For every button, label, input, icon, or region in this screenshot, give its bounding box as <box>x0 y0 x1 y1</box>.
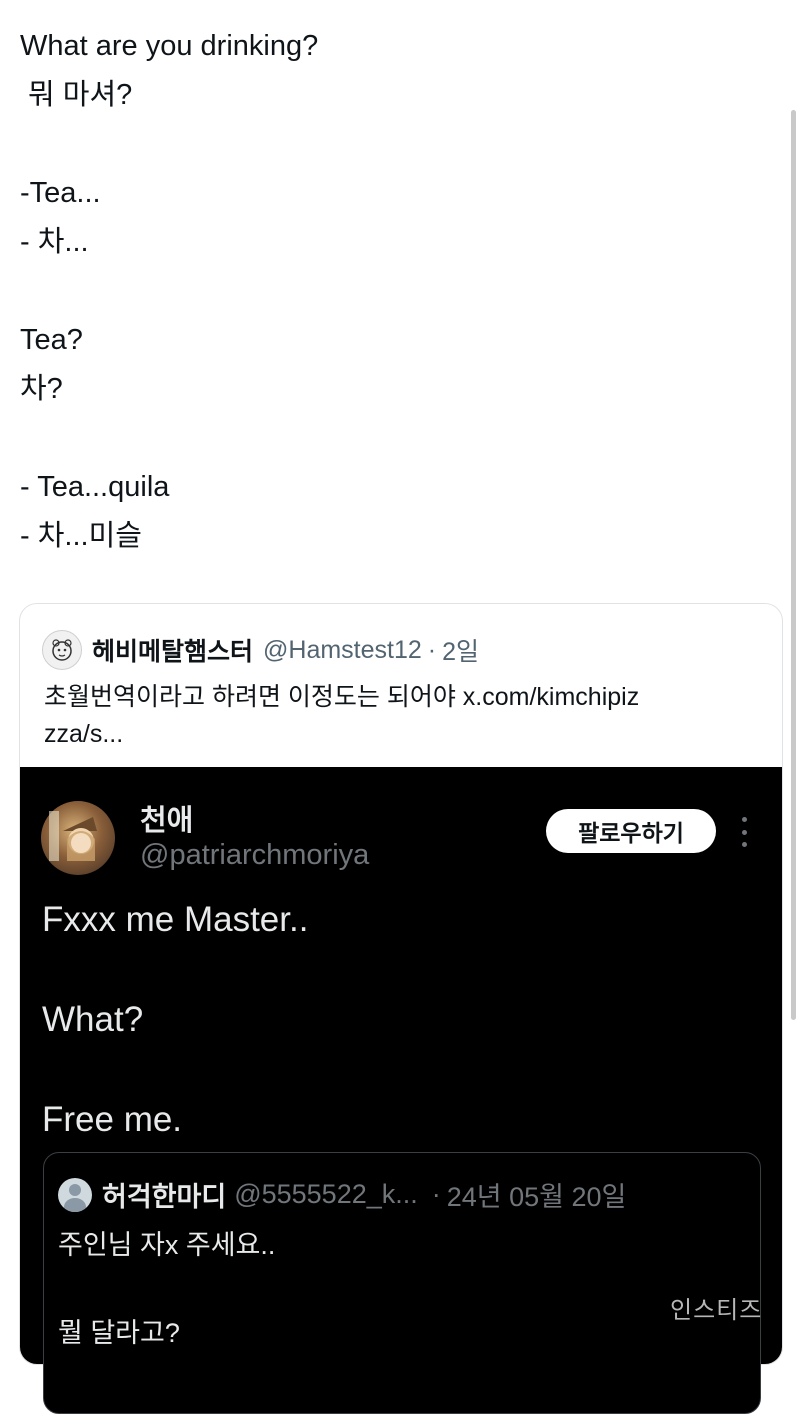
post-line: - Tea...quila <box>20 471 170 503</box>
embedded-line: What? <box>42 1000 144 1039</box>
inner-date: 24년 05월 20일 <box>446 1182 627 1212</box>
post-line <box>20 267 760 316</box>
inner-line: 주인님 자x 주세요.. <box>58 1230 276 1260</box>
quoted-tweet-header: 헤비메탈햄스터 @Hamstest12 · 2일 <box>42 630 479 670</box>
more-vertical-icon[interactable] <box>734 817 754 847</box>
separator-dot: · <box>431 1179 441 1209</box>
inner-author-handle: @5555522_k... <box>234 1179 418 1209</box>
inner-line: 뭘 달라고? <box>58 1318 180 1348</box>
post-line: - 차...미슬 <box>20 520 142 552</box>
post-line: - 차... <box>20 226 89 258</box>
follow-button[interactable]: 팔로우하기 <box>546 809 716 853</box>
watermark-text: 인스티즈 <box>670 1297 763 1324</box>
quoted-timestamp[interactable]: 2일 <box>442 632 479 668</box>
inner-quote-header: 허걱한마디 @5555522_k... · 24년 05월 20일 <box>58 1175 626 1214</box>
post-line <box>20 414 760 463</box>
post-line: What are you drinking? <box>20 30 319 62</box>
inner-quote-text: 주인님 자x 주세요.. 뭘 달라고? <box>58 1223 658 1355</box>
post-text: What are you drinking? 뭐 마셔? -Tea... - 차… <box>20 22 760 561</box>
embedded-line: Fxxx me Master.. <box>42 900 309 939</box>
post-line: 차? <box>20 373 63 405</box>
embedded-tweet-text: Fxxx me Master.. What? Free me. <box>42 895 742 1145</box>
hamster-avatar-icon[interactable] <box>42 630 82 670</box>
anime-girl-avatar-icon[interactable] <box>41 801 115 875</box>
embedded-inner-quote: 허걱한마디 @5555522_k... · 24년 05월 20일 주인님 자x… <box>43 1152 761 1414</box>
default-user-avatar-icon <box>58 1177 92 1212</box>
embedded-line: Free me. <box>42 1100 183 1139</box>
scrollbar[interactable] <box>791 110 796 1020</box>
embedded-line <box>42 1045 742 1095</box>
quoted-author-handle[interactable]: @Hamstest12 <box>263 636 422 665</box>
embedded-author-handle: @patriarchmoriya <box>140 839 370 871</box>
inner-author-name: 허걱한마디 <box>102 1182 227 1212</box>
quoted-author-name[interactable]: 헤비메탈햄스터 <box>92 632 253 668</box>
embedded-author-name: 천애 <box>140 805 194 837</box>
post-line: 뭐 마셔? <box>20 79 133 111</box>
embedded-line <box>42 945 742 995</box>
inner-line <box>58 1267 658 1311</box>
post-line: Tea? <box>20 324 83 356</box>
post-line: -Tea... <box>20 177 101 209</box>
post-line <box>20 120 760 169</box>
quoted-tweet-text: 초월번역이라고 하려면 이정도는 되어야 x.com/kimchipizzza/… <box>44 683 640 748</box>
separator-dot: · <box>427 635 437 664</box>
